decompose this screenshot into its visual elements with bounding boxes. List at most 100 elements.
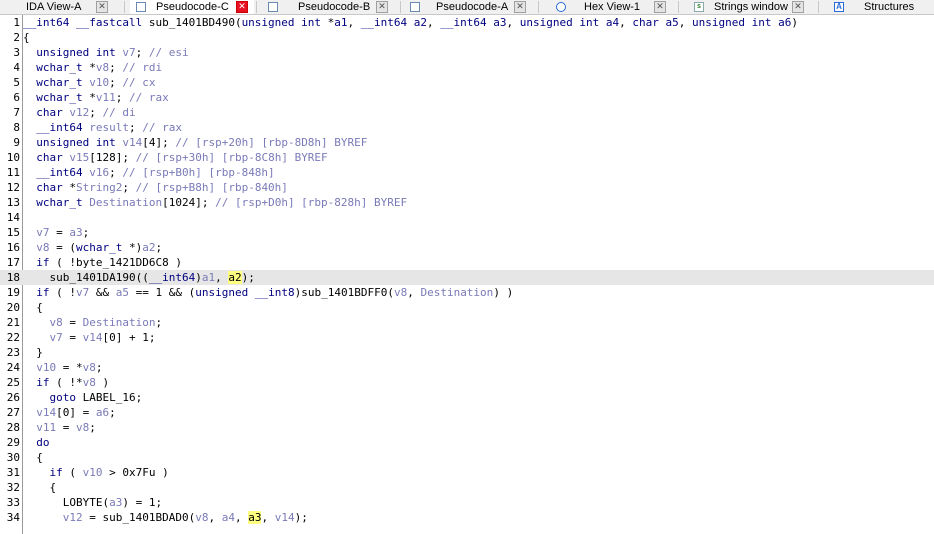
line-number: 23	[6, 346, 20, 359]
code-text: char v15[128]; // [rsp+30h] [rbp-8C8h] B…	[36, 151, 328, 164]
code-text: unsigned int v14[4]; // [rsp+20h] [rbp-8…	[36, 136, 368, 149]
line-number: 32	[6, 481, 20, 494]
code-line[interactable]: 33 LOBYTE(a3) = 1;	[0, 495, 934, 510]
code-line[interactable]: 24 v10 = *v8;	[0, 360, 934, 375]
line-number: 14	[6, 211, 20, 224]
line-number: 16	[6, 241, 20, 254]
code-text: char *String2; // [rsp+B8h] [rbp-840h]	[36, 181, 288, 194]
line-number: 9	[13, 136, 20, 149]
code-text: v12 = sub_1401BDAD0(v8, a4, a3, v14);	[62, 511, 308, 524]
line-number: 2	[13, 31, 20, 44]
code-line[interactable]: 17 if ( !byte_1421DD6C8 )	[0, 255, 934, 270]
code-line[interactable]: 23 }	[0, 345, 934, 360]
code-text: {	[36, 301, 43, 314]
close-icon[interactable]: ✕	[96, 1, 108, 13]
line-number: 20	[6, 301, 20, 314]
hex-view-icon	[556, 2, 566, 12]
tab-label: Pseudocode-A	[436, 1, 509, 13]
code-line[interactable]: 4 wchar_t *v8; // rdi	[0, 60, 934, 75]
code-text: LOBYTE(a3) = 1;	[62, 496, 163, 509]
line-number: 29	[6, 436, 20, 449]
line-number: 11	[6, 166, 20, 179]
line-number: 30	[6, 451, 20, 464]
code-text: {	[23, 31, 30, 44]
code-line[interactable]: 20 {	[0, 300, 934, 315]
code-text: v10 = *v8;	[36, 361, 103, 374]
code-line[interactable]: 2{	[0, 30, 934, 45]
code-text: {	[36, 451, 43, 464]
code-line[interactable]: 34 v12 = sub_1401BDAD0(v8, a4, a3, v14);	[0, 510, 934, 525]
line-number: 28	[6, 421, 20, 434]
close-icon[interactable]: ✕	[654, 1, 666, 13]
code-line[interactable]: 12 char *String2; // [rsp+B8h] [rbp-840h…	[0, 180, 934, 195]
tab-ida-view-a[interactable]: IDA View-A ✕	[0, 0, 122, 14]
code-line[interactable]: 8 __int64 result; // rax	[0, 120, 934, 135]
line-number: 18	[6, 271, 20, 284]
code-text: }	[36, 346, 43, 359]
tab-separator	[124, 1, 125, 13]
close-icon[interactable]: ✕	[792, 1, 804, 13]
document-icon	[136, 2, 146, 12]
code-line[interactable]: 26 goto LABEL_16;	[0, 390, 934, 405]
code-line[interactable]: 27 v14[0] = a6;	[0, 405, 934, 420]
line-number: 19	[6, 286, 20, 299]
tab-pseudocode-a[interactable]: Pseudocode-A ✕	[404, 0, 534, 14]
tab-label: Structures	[864, 1, 915, 13]
line-number: 12	[6, 181, 20, 194]
code-line[interactable]: 15 v7 = a3;	[0, 225, 934, 240]
code-line[interactable]: 28 v11 = v8;	[0, 420, 934, 435]
line-number: 26	[6, 391, 20, 404]
code-line[interactable]: 1 __int64 __fastcall sub_1401BD490(unsign…	[0, 15, 934, 30]
tab-label: Strings window	[714, 1, 788, 13]
tab-pseudocode-c[interactable]: Pseudocode-C ✕	[130, 0, 254, 14]
code-line[interactable]: 3 unsigned int v7; // esi	[0, 45, 934, 60]
tab-bar: IDA View-A ✕ Pseudocode-C ✕ Pseudocode-B…	[0, 0, 934, 15]
code-text: if ( !v7 && a5 == 1 && (unsigned __int8)…	[36, 286, 514, 299]
code-line[interactable]: 19 if ( !v7 && a5 == 1 && (unsigned __in…	[0, 285, 934, 300]
line-number: 24	[6, 361, 20, 374]
pseudocode-editor[interactable]: 1 __int64 __fastcall sub_1401BD490(unsign…	[0, 15, 934, 534]
code-text: wchar_t v10; // cx	[36, 76, 156, 89]
code-text: __int64 __fastcall sub_1401BD490(unsigne…	[23, 16, 798, 29]
code-line[interactable]: 9 unsigned int v14[4]; // [rsp+20h] [rbp…	[0, 135, 934, 150]
code-text: if ( !byte_1421DD6C8 )	[36, 256, 182, 269]
code-line[interactable]: 6 wchar_t *v11; // rax	[0, 90, 934, 105]
line-number: 15	[6, 226, 20, 239]
code-line[interactable]: 13 wchar_t Destination[1024]; // [rsp+D0…	[0, 195, 934, 210]
tab-strings-window[interactable]: s Strings window ✕	[684, 0, 814, 14]
code-line[interactable]: 30 {	[0, 450, 934, 465]
code-line[interactable]: 25 if ( !*v8 )	[0, 375, 934, 390]
code-line[interactable]: 10 char v15[128]; // [rsp+30h] [rbp-8C8h…	[0, 150, 934, 165]
line-number: 33	[6, 496, 20, 509]
tab-separator	[256, 1, 257, 13]
code-line[interactable]: 14	[0, 210, 934, 225]
structures-icon: A	[834, 2, 844, 12]
line-number: 34	[6, 511, 20, 524]
tab-separator	[400, 1, 401, 13]
close-icon[interactable]: ✕	[514, 1, 526, 13]
code-text: {	[49, 481, 57, 494]
code-line[interactable]: 31 if ( v10 > 0x7Fu )	[0, 465, 934, 480]
code-text: v7 = a3;	[36, 226, 90, 239]
tab-pseudocode-b[interactable]: Pseudocode-B ✕	[264, 0, 398, 14]
code-line[interactable]: 29 do	[0, 435, 934, 450]
code-text: v8 = (wchar_t *)a2;	[36, 241, 163, 254]
code-text: __int64 result; // rax	[36, 121, 182, 134]
code-line[interactable]: 16 v8 = (wchar_t *)a2;	[0, 240, 934, 255]
tab-structures[interactable]: A Structures	[826, 0, 934, 14]
code-line[interactable]: 11 __int64 v16; // [rsp+B0h] [rbp-848h]	[0, 165, 934, 180]
code-line[interactable]: 21 v8 = Destination;	[0, 315, 934, 330]
close-icon[interactable]: ✕	[376, 1, 388, 13]
tab-hex-view-1[interactable]: Hex View-1 ✕	[544, 0, 674, 14]
code-line[interactable]: 18 sub_1401DA190((__int64)a1, a2);	[0, 270, 934, 285]
line-number: 17	[6, 256, 20, 269]
line-number: 22	[6, 331, 20, 344]
code-line[interactable]: 22 v7 = v14[0] + 1;	[0, 330, 934, 345]
close-icon[interactable]: ✕	[236, 1, 248, 13]
tab-label: IDA View-A	[26, 1, 82, 13]
code-line[interactable]: 5 wchar_t v10; // cx	[0, 75, 934, 90]
code-line[interactable]: 32 {	[0, 480, 934, 495]
tab-label: Pseudocode-B	[298, 1, 371, 13]
tab-label: Hex View-1	[584, 1, 641, 13]
code-line[interactable]: 7 char v12; // di	[0, 105, 934, 120]
